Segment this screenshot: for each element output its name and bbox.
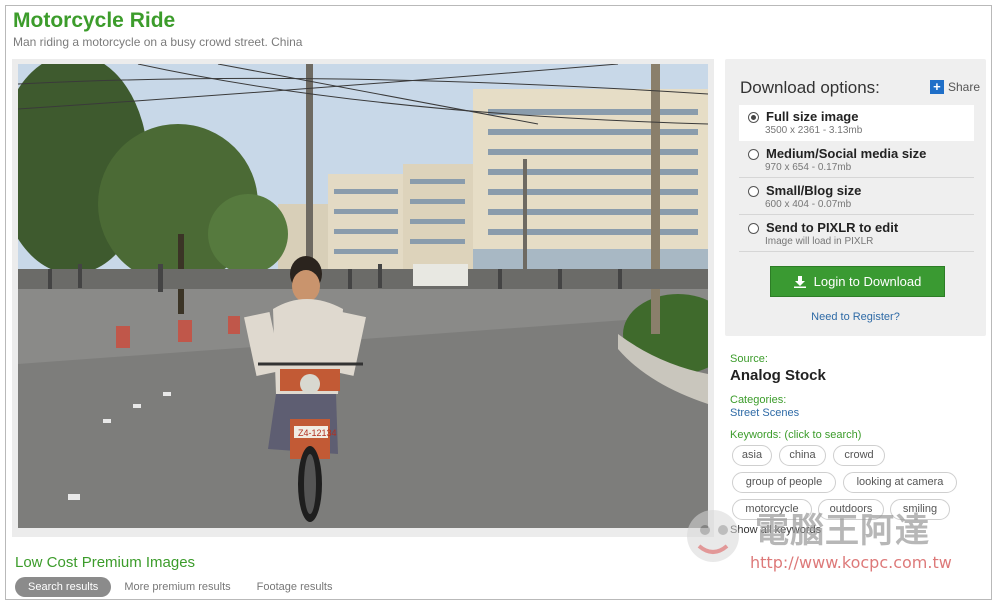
option-medium-size[interactable]: Medium/Social media size 970 x 654 - 0.1… xyxy=(739,142,974,178)
keyword-tag[interactable]: looking at camera xyxy=(843,472,957,493)
watermark-url: http://www.kocpc.com.tw xyxy=(750,553,952,572)
photo-illustration: Z4-12134 xyxy=(18,64,708,528)
radio-full-size[interactable] xyxy=(748,112,759,123)
tab-search-results[interactable]: Search results xyxy=(15,577,112,597)
download-options-title: Download options: xyxy=(740,78,880,97)
source-label: Source: xyxy=(730,353,768,365)
low-cost-heading: Low Cost Premium Images xyxy=(15,554,196,571)
option-label: Small/Blog size xyxy=(766,183,862,198)
option-small-size[interactable]: Small/Blog size 600 x 404 - 0.07mb xyxy=(739,179,974,215)
category-link[interactable]: Street Scenes xyxy=(730,407,799,419)
option-full-size[interactable]: Full size image 3500 x 2361 - 3.13mb xyxy=(739,105,974,141)
radio-medium-size[interactable] xyxy=(748,149,759,160)
page-subtitle: Man riding a motorcycle on a busy crowd … xyxy=(13,35,303,49)
keyword-tag[interactable]: asia xyxy=(732,445,772,466)
plus-icon: + xyxy=(929,80,944,94)
share-label: Share xyxy=(947,80,980,94)
share-button[interactable]: + Share xyxy=(929,80,980,94)
option-label: Send to PIXLR to edit xyxy=(766,220,899,235)
download-panel: Download options: + Share Full size imag… xyxy=(725,59,986,336)
radio-pixlr[interactable] xyxy=(748,223,759,234)
keyword-tag[interactable]: china xyxy=(779,445,826,466)
motorcycle-photo[interactable]: Z4-12134 xyxy=(18,64,708,528)
option-details: Image will load in PIXLR xyxy=(765,236,874,247)
option-pixlr[interactable]: Send to PIXLR to edit Image will load in… xyxy=(739,216,974,252)
keyword-tag[interactable]: crowd xyxy=(833,445,885,466)
option-label: Medium/Social media size xyxy=(766,146,927,161)
watermark-text: 電腦王阿達 xyxy=(755,511,930,551)
login-button-label: Login to Download xyxy=(813,274,922,289)
license-plate: Z4-12134 xyxy=(298,428,337,438)
login-to-download-button[interactable]: Login to Download xyxy=(770,266,945,297)
option-details: 600 x 404 - 0.07mb xyxy=(765,199,852,210)
option-label: Full size image xyxy=(766,109,859,124)
option-details: 970 x 654 - 0.17mb xyxy=(765,162,852,173)
source-value[interactable]: Analog Stock xyxy=(730,367,826,384)
categories-label: Categories: xyxy=(730,394,787,406)
download-icon xyxy=(793,275,806,288)
results-tabs: Search results More premium results Foot… xyxy=(15,577,346,597)
tab-footage[interactable]: Footage results xyxy=(244,577,346,597)
radio-small-size[interactable] xyxy=(748,186,759,197)
register-link[interactable]: Need to Register? xyxy=(725,311,986,323)
photo-container: Z4-12134 xyxy=(12,59,714,537)
page-title: Motorcycle Ride xyxy=(13,9,176,32)
option-details: 3500 x 2361 - 3.13mb xyxy=(765,125,863,136)
keyword-tag[interactable]: group of people xyxy=(732,472,836,493)
tab-more-premium[interactable]: More premium results xyxy=(111,577,243,597)
keywords-label: Keywords: (click to search) xyxy=(730,429,862,441)
